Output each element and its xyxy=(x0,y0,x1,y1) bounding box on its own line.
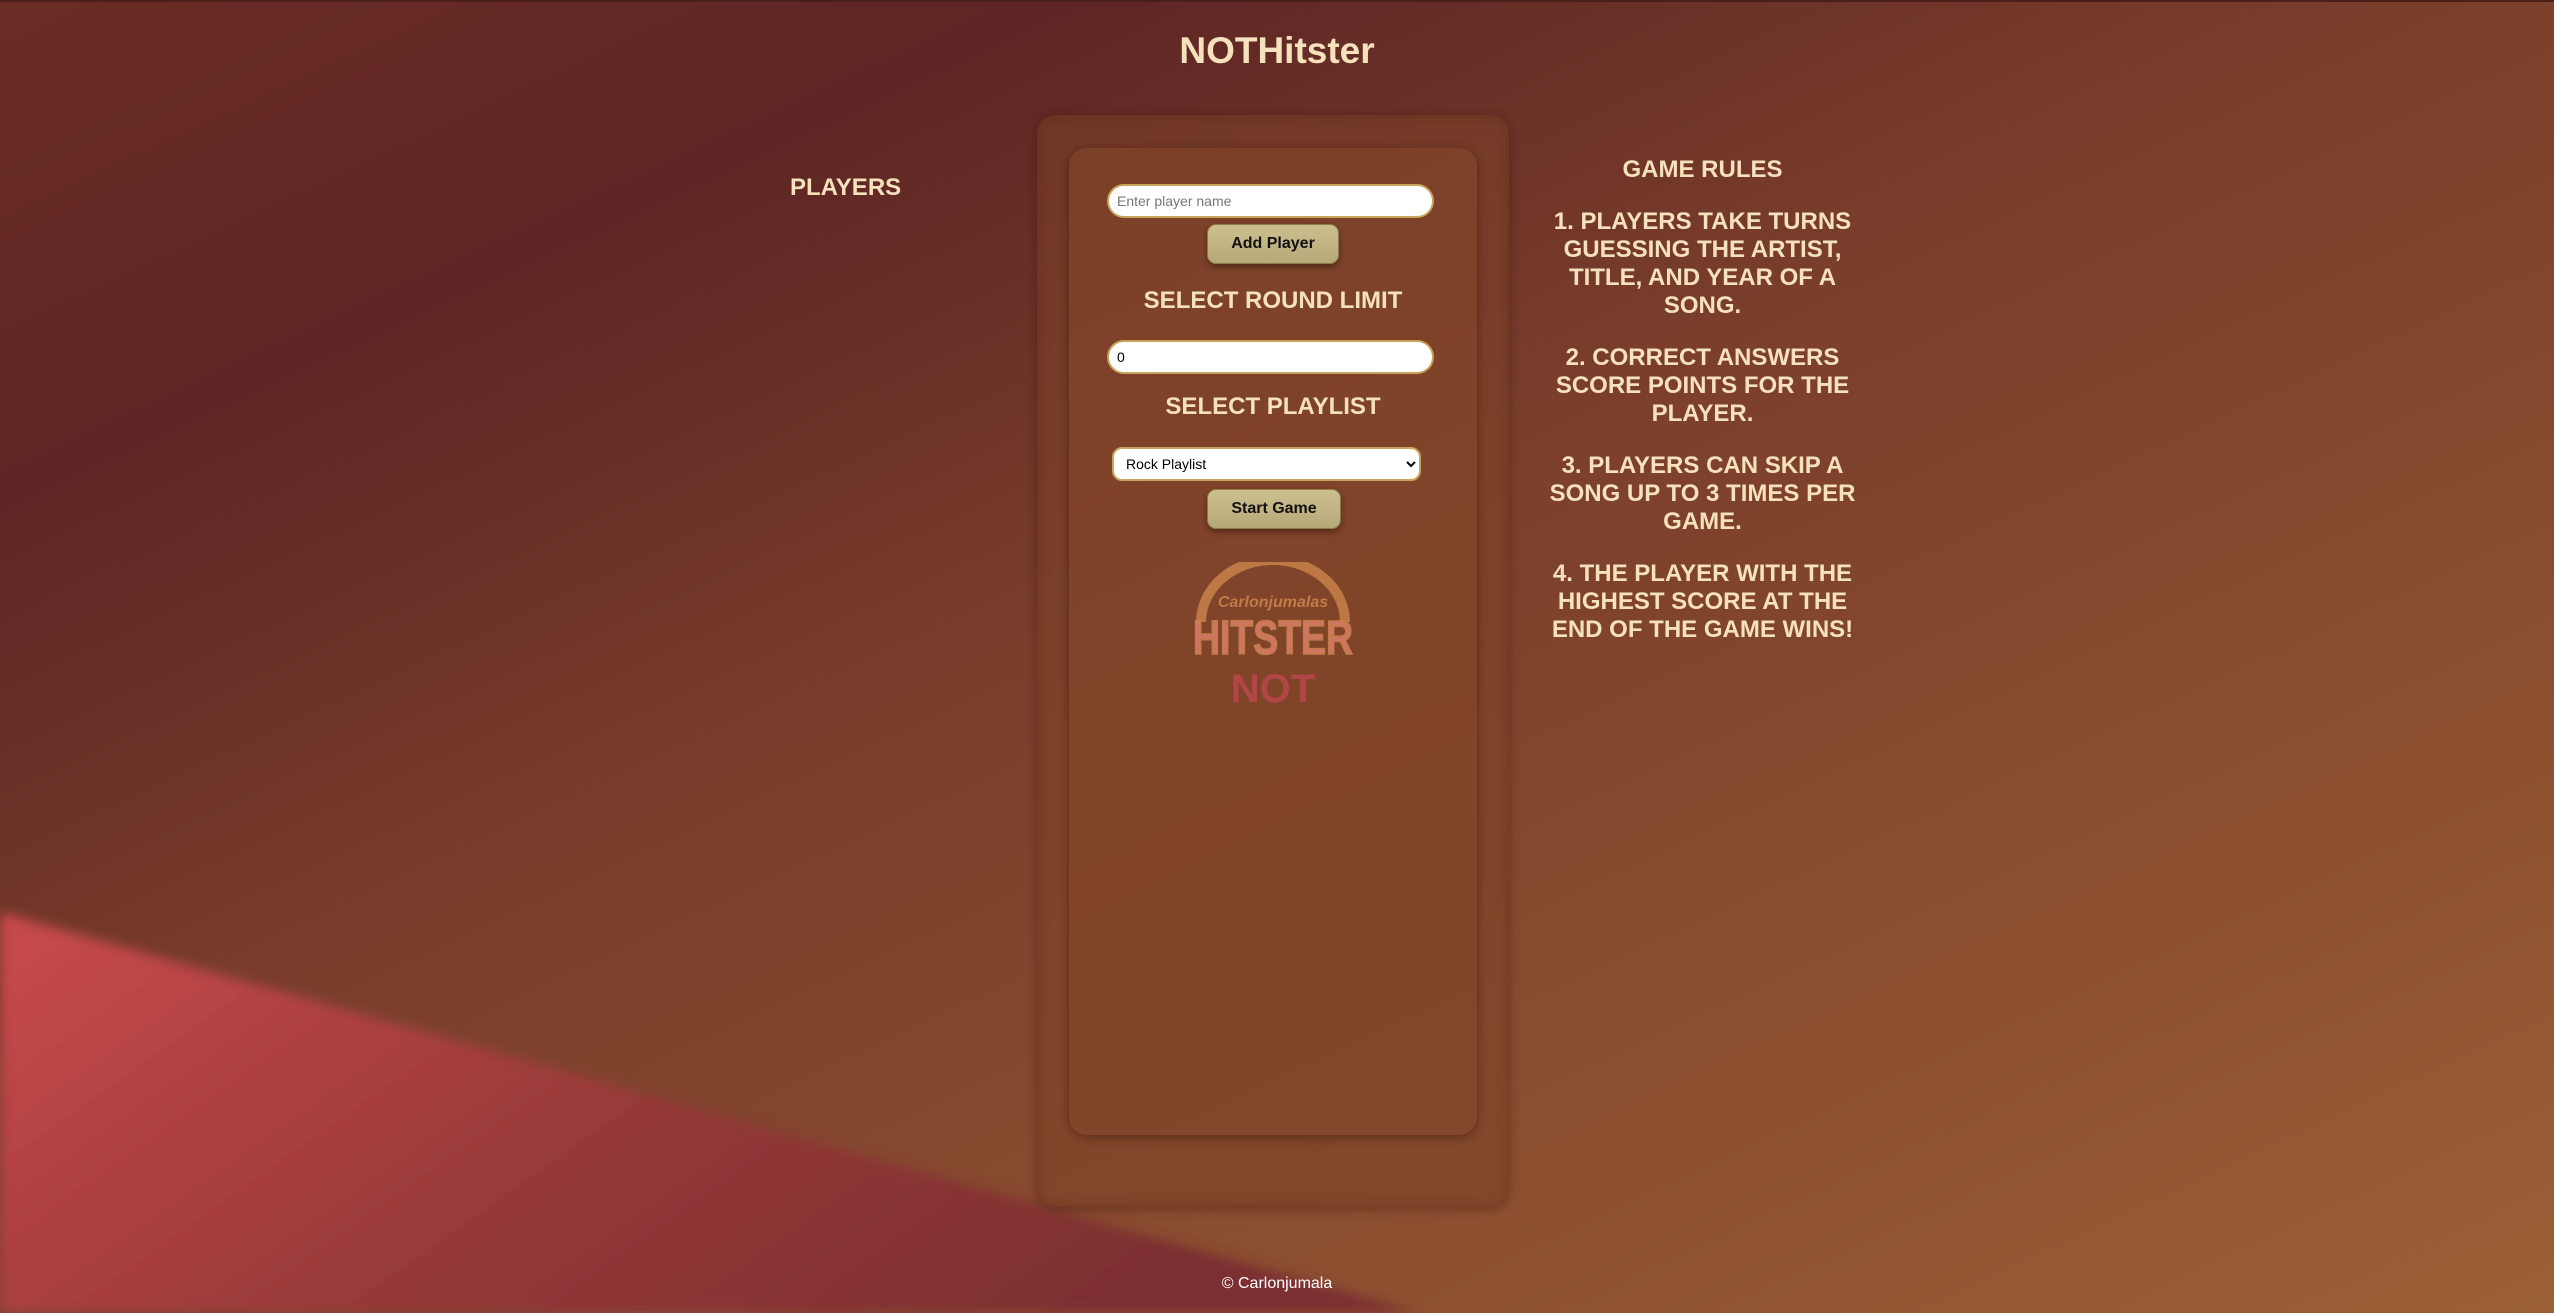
hitster-not-logo: Carlonjumalas HITSTER NOT xyxy=(1192,562,1354,711)
round-limit-heading: SELECT ROUND LIMIT xyxy=(1143,287,1403,314)
start-game-button[interactable]: Start Game xyxy=(1207,489,1341,529)
top-border xyxy=(0,0,2554,2)
rule-item: 3. PLAYERS CAN SKIP A SONG UP TO 3 TIMES… xyxy=(1549,452,1856,535)
game-rules-section: GAME RULES 1. PLAYERS TAKE TURNS GUESSIN… xyxy=(1540,156,1865,668)
playlist-select[interactable]: Rock Playlist xyxy=(1112,447,1421,481)
app-title: NOTHitster xyxy=(1179,30,1375,71)
footer-copyright: © Carlonjumala xyxy=(1221,1275,1333,1292)
playlist-heading: SELECT PLAYLIST xyxy=(1165,393,1381,420)
players-heading: PLAYERS xyxy=(790,174,902,201)
rule-item: 2. CORRECT ANSWERS SCORE POINTS FOR THE … xyxy=(1555,344,1850,427)
rule-item: 1. PLAYERS TAKE TURNS GUESSING THE ARTIS… xyxy=(1553,208,1852,319)
logo-hitster-text: HITSTER xyxy=(1193,612,1353,665)
logo-brand-text: Carlonjumalas xyxy=(1218,594,1328,611)
logo-not-text: NOT xyxy=(1231,667,1315,711)
rule-item: 4. THE PLAYER WITH THE HIGHEST SCORE AT … xyxy=(1551,560,1854,643)
round-limit-input[interactable] xyxy=(1107,340,1434,374)
player-name-input[interactable] xyxy=(1107,184,1434,218)
add-player-button[interactable]: Add Player xyxy=(1207,224,1339,264)
game-rules-heading: GAME RULES xyxy=(1622,156,1783,183)
